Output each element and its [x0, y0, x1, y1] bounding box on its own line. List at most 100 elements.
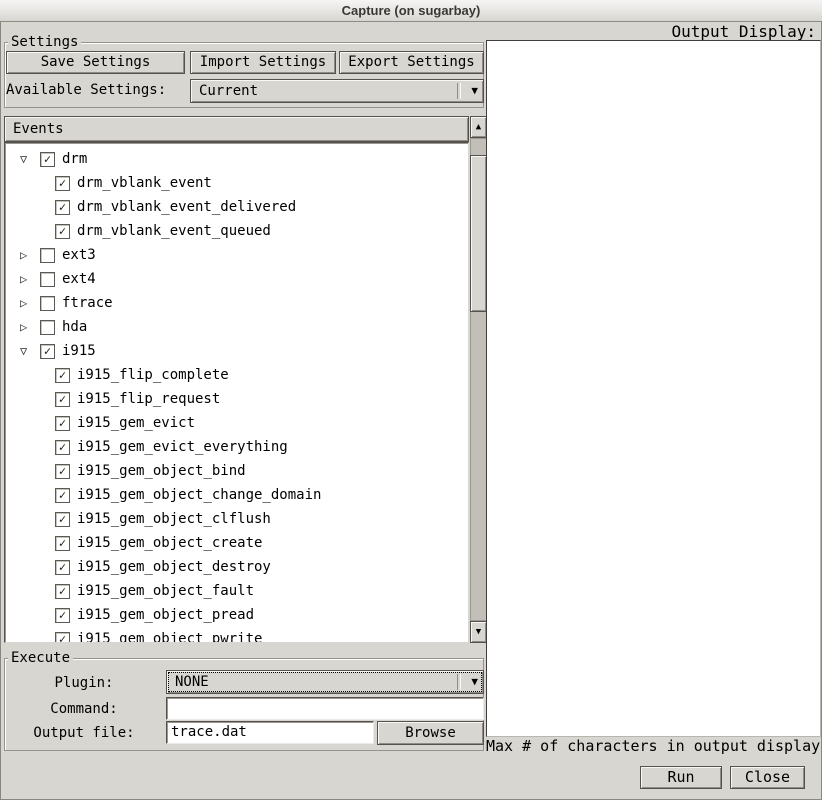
tree-item-label: i915_gem_object_destroy: [77, 555, 271, 579]
events-column-header[interactable]: Events: [4, 116, 469, 142]
plugin-dropdown[interactable]: NONE ▼: [166, 670, 484, 694]
tree-row[interactable]: ✓ i915_flip_request: [5, 387, 468, 411]
tree-item-label: ext4: [62, 267, 96, 291]
tree-row[interactable]: ✓ drm_vblank_event: [5, 171, 468, 195]
close-button[interactable]: Close: [730, 766, 805, 789]
checkbox[interactable]: [40, 320, 55, 335]
tree-item-label: i915_gem_object_pwrite: [77, 627, 262, 643]
checkbox[interactable]: ✓: [55, 512, 70, 527]
window-title: Capture (on sugarbay): [342, 3, 481, 18]
tree-item-label: drm: [62, 147, 87, 171]
output-display-label: Output Display:: [600, 24, 816, 40]
checkbox[interactable]: ✓: [55, 416, 70, 431]
tree-item-label: drm_vblank_event_delivered: [77, 195, 296, 219]
checkbox[interactable]: ✓: [55, 584, 70, 599]
tree-row[interactable]: ✓drm_vblank_event_queued: [5, 219, 468, 243]
tree-item-label: ext3: [62, 243, 96, 267]
tree-row[interactable]: ✓ i915_gem_object_change_domain: [5, 483, 468, 507]
checkbox[interactable]: ✓: [55, 440, 70, 455]
run-button[interactable]: Run: [640, 766, 722, 789]
tree-row[interactable]: ✓i915_gem_object_fault: [5, 579, 468, 603]
tree-row[interactable]: ▷ ext4: [5, 267, 468, 291]
output-display[interactable]: [486, 40, 821, 737]
checkbox[interactable]: ✓: [55, 536, 70, 551]
tree-item-label: i915_gem_object_create: [77, 531, 262, 555]
expander-collapsed-icon[interactable]: ▷: [20, 291, 27, 315]
scrollbar-up-button[interactable]: ▲: [470, 116, 487, 138]
checkbox[interactable]: ✓: [40, 344, 55, 359]
tree-row[interactable]: ▽ ✓ i915: [5, 339, 468, 363]
checkbox[interactable]: ✓: [55, 176, 70, 191]
tree-item-label: hda: [62, 315, 87, 339]
settings-frame-label: Settings: [8, 35, 81, 50]
checkbox[interactable]: ✓: [40, 152, 55, 167]
tree-item-label: i915_flip_request: [77, 387, 220, 411]
tree-item-label: ftrace: [62, 291, 113, 315]
tree-row[interactable]: ✓ i915_gem_evict_everything: [5, 435, 468, 459]
tree-row[interactable]: ▷ ext3: [5, 243, 468, 267]
checkbox[interactable]: [40, 248, 55, 263]
tree-row[interactable]: ✓ i915_gem_object_clflush: [5, 507, 468, 531]
scrollbar-up-icon: ▲: [476, 122, 481, 132]
tree-row[interactable]: ✓ i915_flip_complete: [5, 363, 468, 387]
checkbox[interactable]: ✓: [55, 392, 70, 407]
tree-row[interactable]: ✓ i915_gem_object_create: [5, 531, 468, 555]
dropdown-arrow-icon: ▼: [471, 80, 478, 102]
checkbox[interactable]: ✓: [55, 368, 70, 383]
plugin-label: Plugin:: [8, 675, 160, 691]
checkbox[interactable]: ✓: [55, 464, 70, 479]
max-chars-label: Max # of characters in output display: [486, 739, 820, 754]
tree-item-label: i915_gem_evict: [77, 411, 195, 435]
tree-row[interactable]: ▷ hda: [5, 315, 468, 339]
available-settings-dropdown[interactable]: Current ▼: [190, 79, 484, 103]
checkbox[interactable]: [40, 296, 55, 311]
tree-row[interactable]: ✓ i915_gem_evict: [5, 411, 468, 435]
tree-row[interactable]: ▽ ✓ drm: [5, 147, 468, 171]
checkbox[interactable]: [40, 272, 55, 287]
expander-collapsed-icon[interactable]: ▷: [20, 267, 27, 291]
checkbox[interactable]: ✓: [55, 200, 70, 215]
dropdown-separator: [457, 674, 461, 690]
command-input[interactable]: [166, 697, 484, 720]
export-settings-button[interactable]: Export Settings: [339, 51, 484, 74]
dropdown-separator: [457, 83, 461, 99]
scrollbar-down-button[interactable]: ▼: [470, 621, 487, 643]
output-file-label: Output file:: [8, 725, 160, 741]
expander-expanded-icon[interactable]: ▽: [20, 147, 27, 171]
events-tree: ▽✓drm✓drm_vblank_event✓drm_vblank_event_…: [4, 142, 469, 643]
checkbox[interactable]: ✓: [55, 560, 70, 575]
scrollbar-down-icon: ▼: [476, 627, 481, 637]
browse-button[interactable]: Browse: [377, 721, 484, 745]
output-file-input[interactable]: trace.dat: [166, 721, 374, 744]
tree-row[interactable]: ✓ drm_vblank_event_delivered: [5, 195, 468, 219]
checkbox[interactable]: ✓: [55, 224, 70, 239]
events-list: Events ▽✓drm✓drm_vblank_event✓drm_vblank…: [4, 116, 487, 643]
tree-item-label: i915_gem_object_bind: [77, 459, 246, 483]
dropdown-arrow-icon: ▼: [471, 671, 478, 693]
import-settings-button[interactable]: Import Settings: [190, 51, 336, 74]
tree-item-label: i915: [62, 339, 96, 363]
save-settings-button[interactable]: Save Settings: [6, 51, 185, 74]
tree-item-label: i915_gem_evict_everything: [77, 435, 288, 459]
available-settings-value: Current: [199, 80, 258, 102]
tree-item-label: i915_gem_object_pread: [77, 603, 254, 627]
capture-window: Capture (on sugarbay) Settings Save Sett…: [0, 0, 822, 800]
expander-expanded-icon[interactable]: ▽: [20, 339, 27, 363]
tree-row[interactable]: ▷ ftrace: [5, 291, 468, 315]
expander-collapsed-icon[interactable]: ▷: [20, 243, 27, 267]
available-settings-label: Available Settings:: [6, 83, 166, 98]
tree-row[interactable]: ✓ i915_gem_object_bind: [5, 459, 468, 483]
checkbox[interactable]: ✓: [55, 488, 70, 503]
tree-item-label: drm_vblank_event: [77, 171, 212, 195]
tree-item-label: i915_flip_complete: [77, 363, 229, 387]
window-titlebar[interactable]: Capture (on sugarbay): [0, 0, 822, 22]
tree-row[interactable]: ✓ i915_gem_object_pread: [5, 603, 468, 627]
tree-row[interactable]: ✓ i915_gem_object_pwrite: [5, 627, 468, 643]
tree-row[interactable]: ✓ i915_gem_object_destroy: [5, 555, 468, 579]
scrollbar-thumb[interactable]: [470, 155, 487, 312]
expander-collapsed-icon[interactable]: ▷: [20, 315, 27, 339]
tree-item-label: i915_gem_object_clflush: [77, 507, 271, 531]
checkbox[interactable]: ✓: [55, 608, 70, 623]
tree-item-label: i915_gem_object_change_domain: [77, 483, 321, 507]
checkbox[interactable]: ✓: [55, 632, 70, 643]
